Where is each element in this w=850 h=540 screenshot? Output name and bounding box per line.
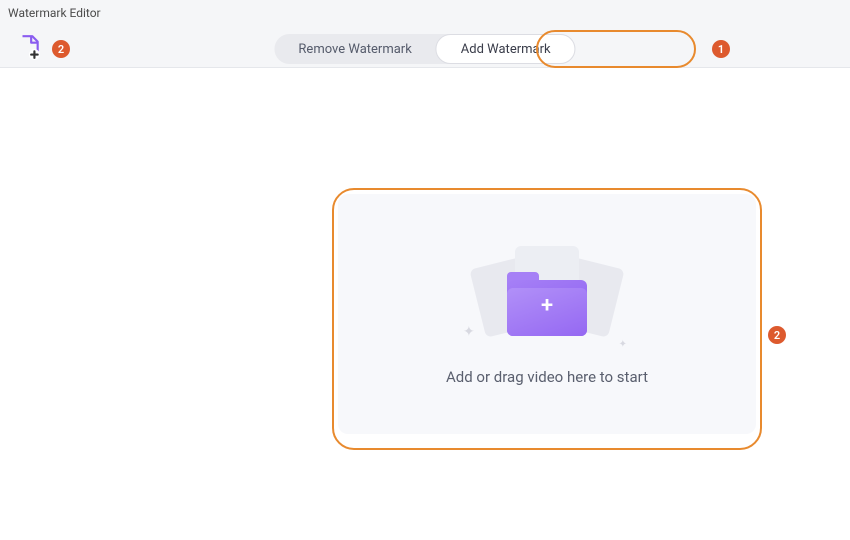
- folder-plus-icon: + ✦ ✦: [467, 242, 627, 352]
- video-dropzone[interactable]: + ✦ ✦ Add or drag video here to start: [338, 194, 756, 434]
- tab-add-watermark[interactable]: Add Watermark: [436, 34, 576, 64]
- dropzone-text: Add or drag video here to start: [446, 368, 648, 386]
- window-title: Watermark Editor: [8, 6, 101, 20]
- file-add-icon: [16, 34, 42, 60]
- tab-remove-watermark[interactable]: Remove Watermark: [274, 34, 435, 64]
- mode-tabs: Remove Watermark Add Watermark: [274, 34, 575, 64]
- main-content: + ✦ ✦ Add or drag video here to start: [0, 68, 850, 540]
- header-bar: Watermark Editor Remove Watermark Add Wa…: [0, 0, 850, 68]
- add-file-button[interactable]: [14, 32, 44, 62]
